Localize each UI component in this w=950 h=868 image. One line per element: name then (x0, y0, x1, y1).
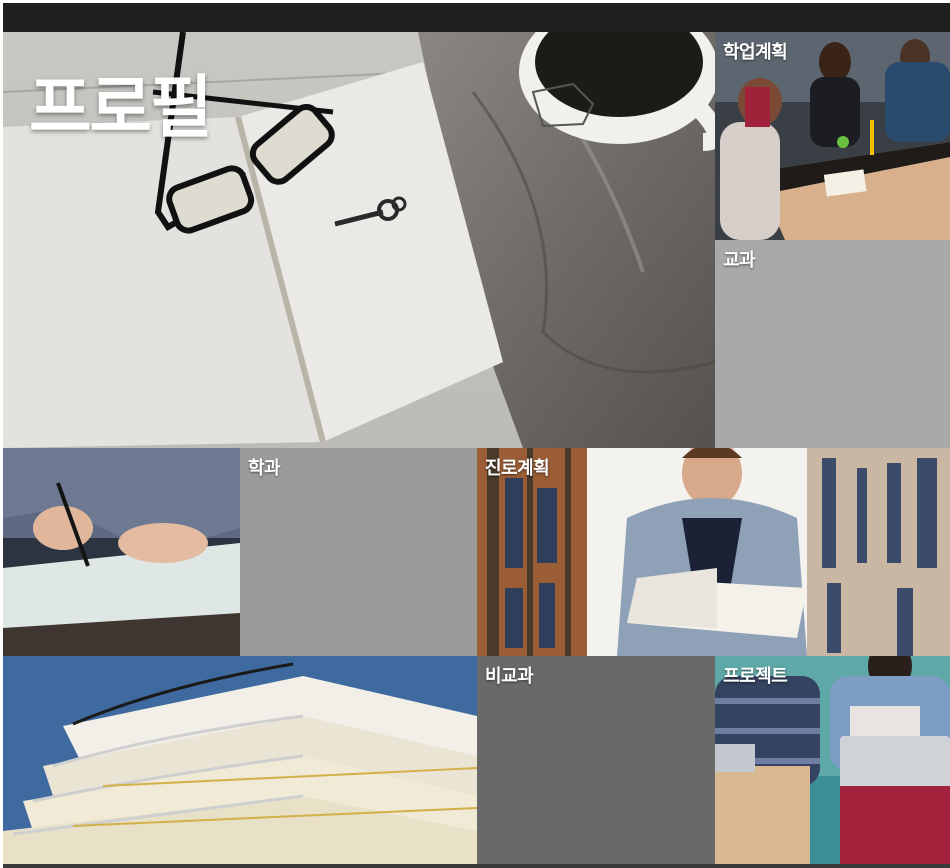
project-tile[interactable]: 프로젝트 (715, 656, 950, 864)
career-plan-label: 진로계획 (485, 458, 550, 479)
notebooks-photo-tile (3, 656, 477, 868)
profile-tile[interactable]: 프로필 (3, 32, 715, 448)
profile-title: 프로필 (29, 69, 213, 148)
project-label: 프로젝트 (723, 666, 788, 687)
bottom-strip (3, 864, 950, 868)
study-plan-tile[interactable]: 학업계획 (715, 32, 950, 240)
study-plan-label: 학업계획 (723, 42, 788, 63)
top-nav-bar (3, 3, 950, 32)
extracurricular-tile[interactable]: 비교과 (477, 656, 715, 864)
career-plan-tile[interactable]: 진로계획 (477, 448, 950, 656)
extracurricular-label: 비교과 (485, 666, 534, 687)
stacked-notebooks-photo (3, 656, 477, 868)
writing-photo-tile (3, 448, 240, 656)
subjects-tile[interactable]: 교과 (715, 240, 950, 448)
department-tile[interactable]: 학과 (240, 448, 477, 656)
hand-writing-photo (3, 448, 240, 656)
department-label: 학과 (248, 458, 281, 479)
subjects-label: 교과 (723, 250, 756, 271)
